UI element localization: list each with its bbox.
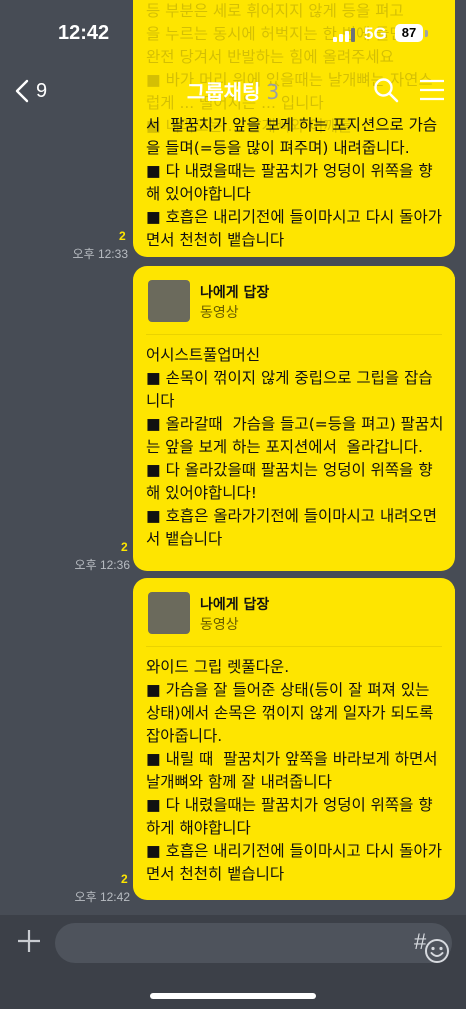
status-bar: 12:42 5G 87 [0,0,466,70]
video-thumbnail[interactable] [148,592,190,634]
unread-chats-count: 9 [36,79,48,102]
network-type: 5G [364,24,387,43]
message-text: 와이드 그립 렛풀다운. ■ 가슴을 잘 들어준 상태(등이 잘 펴져 있는 상… [146,658,442,883]
signal-icon [333,26,357,42]
hashtag-button[interactable]: # [414,929,426,955]
video-thumbnail[interactable] [148,280,190,322]
message-input-bar: # [0,915,466,1009]
emoji-icon [425,939,449,963]
unread-count: 2 [121,540,128,554]
message-timestamp: 오후 12:42 [74,890,130,904]
menu-button[interactable] [418,78,446,102]
message-input[interactable]: # [55,923,452,963]
divider [146,334,442,335]
hamburger-menu-icon [420,79,444,101]
chat-area[interactable]: 등 부분은 세로 휘어지지 않게 등을 펴고 을 누르는 동시에 허벅지는 한 … [0,0,466,915]
unread-count: 2 [119,229,126,243]
member-count: 3 [266,80,280,104]
message-bubble[interactable]: 나에게 답장 동영상 와이드 그립 렛풀다운. ■ 가슴을 잘 들어준 상태(등… [133,578,455,900]
reply-type: 동영상 [200,305,239,321]
message-timestamp: 오후 12:36 [74,558,130,572]
search-button[interactable] [372,76,400,104]
search-icon [374,78,399,103]
chevron-left-icon [15,79,29,103]
reply-type: 동영상 [200,617,239,633]
clock: 12:42 [58,22,110,44]
emoji-button[interactable] [424,938,450,964]
divider [146,646,442,647]
reply-preview[interactable]: 나에게 답장 동영상 [148,592,438,642]
message-bubble[interactable]: 나에게 답장 동영상 어시스트풀업머신 ■ 손목이 꺾이지 않게 중립으로 그립… [133,266,455,571]
chat-header: 그룹채팅 3 9 [0,70,466,112]
attach-button[interactable] [16,928,42,954]
message-timestamp: 오후 12:33 [72,247,128,261]
plus-icon [18,930,40,952]
unread-count: 2 [121,872,128,886]
back-button[interactable]: 9 [14,74,47,108]
message-text: 어시스트풀업머신 ■ 손목이 꺾이지 않게 중립으로 그립을 잡습니다 ■ 올라… [146,346,444,548]
message-text: 서 팔꿈치가 앞을 보게 하는 포지션으로 가슴을 들며(=등을 많이 펴주며)… [146,116,442,249]
chat-title-text: 그룹채팅 [186,80,261,104]
reply-preview[interactable]: 나에게 답장 동영상 [148,280,438,330]
home-indicator [150,993,316,999]
battery-icon: 87 [395,24,423,42]
